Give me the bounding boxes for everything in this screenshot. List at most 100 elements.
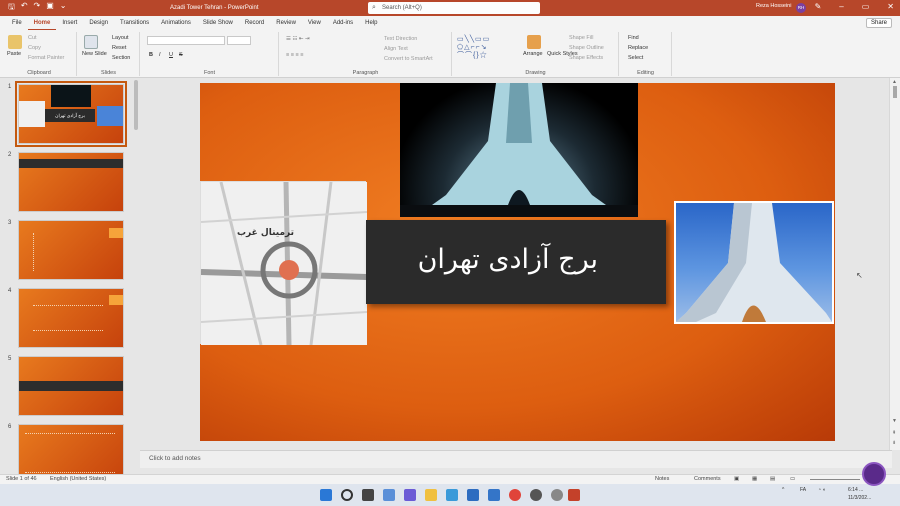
slideshow-view-icon[interactable]: ▭	[790, 476, 795, 482]
tab-review[interactable]: Review	[270, 16, 302, 30]
maximize-icon[interactable]: ▭	[862, 2, 870, 11]
strikethrough-button[interactable]: S	[179, 52, 183, 58]
replace-button[interactable]: Replace	[628, 45, 648, 51]
slide-sorter-icon[interactable]: ▦	[752, 476, 757, 482]
minimize-icon[interactable]: –	[839, 2, 843, 11]
share-button[interactable]: Share	[865, 18, 892, 28]
tab-home[interactable]: Home	[27, 16, 57, 30]
bold-button[interactable]: B	[149, 52, 153, 58]
search-taskbar-icon[interactable]	[341, 489, 353, 501]
tab-design[interactable]: Design	[83, 16, 114, 30]
bullets-icon[interactable]: ☰ ☷ ⇤ ⇥	[286, 36, 310, 42]
align-text-button[interactable]: Align Text	[384, 46, 408, 52]
comments-button[interactable]: Comments	[694, 476, 721, 482]
save-icon[interactable]: 🖫	[8, 1, 15, 15]
shape-fill-button[interactable]: Shape Fill	[569, 35, 593, 41]
reset-button[interactable]: Reset	[112, 45, 126, 51]
slide-title[interactable]: برج آزادی تهران	[418, 244, 598, 275]
section-button[interactable]: Section	[112, 55, 130, 61]
normal-view-icon[interactable]: ▣	[734, 476, 739, 482]
network-icon[interactable]: ◔ ◖	[818, 487, 825, 493]
tab-file[interactable]: File	[6, 16, 28, 30]
chat-icon[interactable]	[404, 489, 416, 501]
slide-thumbnail-image[interactable]	[18, 356, 124, 416]
user-name[interactable]: Reza Hosseini	[756, 3, 791, 9]
edge-icon[interactable]	[446, 489, 458, 501]
start-icon[interactable]	[320, 489, 332, 501]
chrome-icon[interactable]	[509, 489, 521, 501]
present-icon[interactable]: ▣	[46, 1, 54, 15]
tab-transitions[interactable]: Transitions	[114, 16, 155, 30]
tab-view[interactable]: View	[302, 16, 327, 30]
clock-date[interactable]: 11/3/202...	[848, 495, 871, 501]
close-icon[interactable]: ✕	[887, 2, 894, 11]
underline-button[interactable]: U	[169, 52, 173, 58]
arrange-icon[interactable]	[527, 35, 541, 49]
tab-slide-show[interactable]: Slide Show	[197, 16, 239, 30]
tab-help[interactable]: Help	[359, 16, 383, 30]
redo-icon[interactable]: ↷	[34, 1, 41, 15]
tower-day-photo[interactable]	[674, 201, 834, 324]
obs-icon[interactable]	[551, 489, 563, 501]
align-icons[interactable]: ≡ ≡ ≡ ≡	[286, 52, 303, 58]
slide-thumbnail-image[interactable]	[18, 424, 124, 474]
find-button[interactable]: Find	[628, 35, 639, 41]
scroll-down-icon[interactable]: ▼	[892, 418, 897, 424]
edge-dev-icon[interactable]	[467, 489, 479, 501]
select-button[interactable]: Select	[628, 55, 643, 61]
scroll-up-icon[interactable]: ▲	[892, 79, 897, 85]
undo-icon[interactable]: ↶	[21, 1, 28, 15]
notes-button[interactable]: Notes	[655, 476, 669, 482]
previous-slide-icon[interactable]: ⇞	[892, 430, 896, 436]
shape-outline-button[interactable]: Shape Outline	[569, 45, 604, 51]
search-input[interactable]: ⌕ Search (Alt+Q)	[368, 2, 540, 14]
font-name-field[interactable]	[147, 36, 225, 45]
tower-night-photo[interactable]	[400, 83, 638, 217]
copy-button[interactable]: Copy	[28, 45, 41, 51]
task-view-icon[interactable]	[362, 489, 374, 501]
tab-record[interactable]: Record	[239, 16, 270, 30]
convert-smartart-button[interactable]: Convert to SmartArt	[384, 56, 433, 62]
slide-thumbnail-image[interactable]: برج آزادی تهران	[15, 81, 127, 147]
font-size-field[interactable]	[227, 36, 251, 45]
tab-insert[interactable]: Insert	[56, 16, 83, 30]
file-explorer-icon[interactable]	[425, 489, 437, 501]
slide-thumbnail-image[interactable]	[18, 220, 124, 280]
customize-qat-icon[interactable]: ⌄	[60, 1, 67, 15]
avatar[interactable]: RH	[796, 3, 806, 13]
language-indicator[interactable]: English (United States)	[50, 476, 106, 482]
scrollbar-thumb[interactable]	[893, 86, 897, 98]
powerpoint-icon[interactable]	[568, 489, 580, 501]
recording-widget-icon[interactable]	[862, 462, 886, 486]
new-slide-icon[interactable]	[84, 35, 98, 49]
new-slide-button[interactable]: New Slide	[82, 51, 107, 57]
shape-effects-button[interactable]: Shape Effects	[569, 55, 603, 61]
zoom-slider[interactable]	[810, 479, 860, 480]
notes-placeholder[interactable]: Click to add notes	[149, 455, 201, 462]
cut-button[interactable]: Cut	[28, 35, 37, 41]
language-tray[interactable]: FA	[800, 487, 806, 493]
clock-time[interactable]: 6:14 ...	[848, 487, 863, 493]
editor-scrollbar[interactable]: ▲ ▼ ⇞ ⇟	[889, 78, 900, 450]
widgets-icon[interactable]	[383, 489, 395, 501]
slide-thumbnail-image[interactable]	[18, 288, 124, 348]
current-slide[interactable]: ترمینال غرب برج آزادی تهران	[200, 83, 835, 441]
tray-arrow-icon[interactable]: ^	[782, 487, 784, 493]
next-slide-icon[interactable]: ⇟	[892, 440, 896, 446]
app-icon[interactable]	[530, 489, 542, 501]
format-painter-button[interactable]: Format Painter	[28, 55, 64, 61]
paste-button[interactable]: Paste	[7, 51, 21, 57]
notes-pane[interactable]: Click to add notes	[140, 450, 892, 468]
italic-button[interactable]: I	[159, 52, 161, 58]
tab-add-ins[interactable]: Add-ins	[327, 16, 359, 30]
shapes-gallery[interactable]: ▭╲╲▭▭ ⬠△⌐⌐↘ ⌒⌒{}☆	[457, 36, 515, 60]
text-direction-button[interactable]: Text Direction	[384, 36, 417, 42]
arrange-button[interactable]: Arrange	[523, 51, 543, 57]
title-textbox[interactable]: برج آزادی تهران	[366, 220, 666, 304]
layout-button[interactable]: Layout	[112, 35, 129, 41]
reading-view-icon[interactable]: ▤	[770, 476, 775, 482]
map-image[interactable]: ترمینال غرب	[200, 181, 368, 346]
store-icon[interactable]	[488, 489, 500, 501]
thumbnail-scrollbar[interactable]	[134, 80, 138, 130]
pen-icon[interactable]: ✎	[815, 2, 822, 11]
